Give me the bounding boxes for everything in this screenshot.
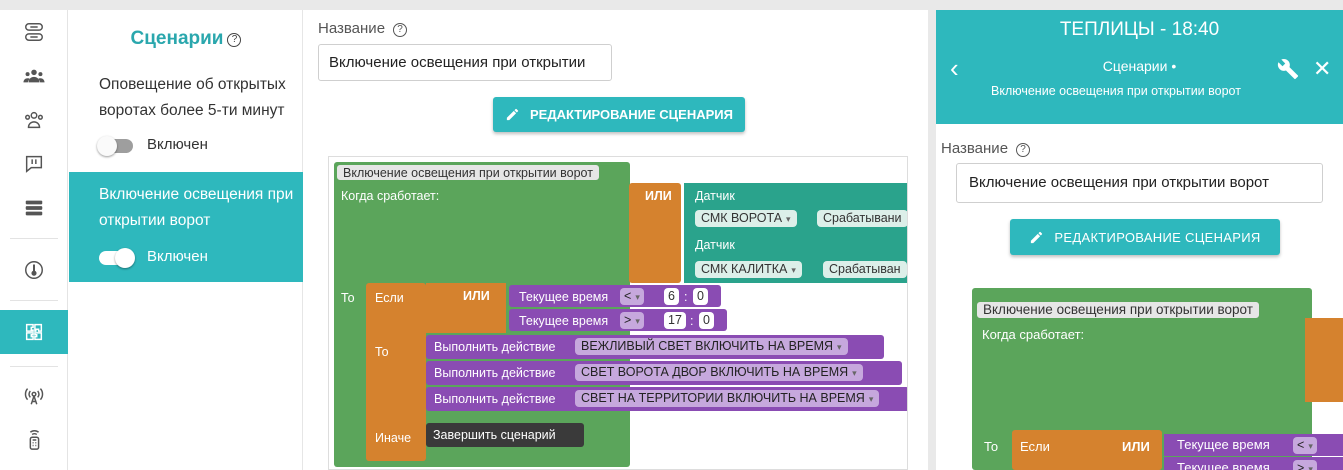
trigger-select[interactable]: Срабатывани	[817, 210, 907, 227]
hour-input[interactable]: 17	[664, 312, 686, 329]
operator-select[interactable]: > ▾	[1293, 460, 1317, 470]
mobile-header: ТЕПЛИЦЫ - 18:40 ‹ Сценарии • Включение о…	[936, 10, 1343, 124]
gateway-icon[interactable]	[0, 10, 68, 54]
close-icon[interactable]: ✕	[1313, 58, 1331, 80]
notifications-icon[interactable]	[0, 142, 68, 186]
when-label: Когда сработает:	[982, 327, 1085, 342]
scenario-name-input[interactable]: Включение освещения при открытии ворот	[956, 163, 1323, 203]
minute-input[interactable]: 0	[699, 312, 714, 329]
mobile-scenario-name: Включение освещения при открытии ворот	[991, 84, 1241, 98]
operator-select[interactable]: < ▾	[1293, 437, 1317, 454]
sensor-label: Датчик	[695, 189, 735, 203]
operator-select[interactable]: < ▾	[620, 288, 644, 305]
block-header-label[interactable]: Включение освещения при открытии ворот	[976, 301, 1260, 319]
colon: :	[690, 314, 694, 328]
scenario-item-name: Оповещение об открытых воротах более 5-т…	[99, 76, 286, 119]
scenario-toggle-label: Включен	[147, 136, 208, 153]
scenario-item-active[interactable]: Включение освещения при открытии ворот В…	[69, 172, 303, 282]
contacts-icon[interactable]	[0, 98, 68, 142]
scenario-toggle-label: Включен	[147, 248, 208, 265]
scenario-item[interactable]: Оповещение об открытых воротах более 5-т…	[69, 70, 303, 170]
colon: :	[684, 290, 688, 304]
scenario-editor: Название? Включение освещения при открыт…	[304, 10, 928, 470]
then-label: То	[375, 345, 389, 359]
action-label: Выполнить действие	[434, 340, 556, 354]
time-label: Текущее время	[1177, 460, 1270, 470]
nav-rail	[0, 10, 68, 470]
sensor-label: Датчик	[695, 238, 735, 252]
name-label: Название?	[941, 140, 1031, 157]
pencil-icon	[1031, 231, 1043, 243]
if-label: Если	[1020, 439, 1050, 454]
hour-input[interactable]: 6	[664, 288, 679, 305]
operator-select[interactable]: > ▾	[620, 312, 644, 329]
desktop-panel: Сценарии? Оповещение об открытых воротах…	[0, 10, 928, 470]
devices-list-icon[interactable]	[0, 186, 68, 230]
to-label: То	[341, 291, 355, 305]
or-label: ИЛИ	[463, 289, 490, 303]
name-label: Название?	[318, 20, 408, 37]
users-icon[interactable]	[0, 54, 68, 98]
to-label: То	[984, 439, 999, 454]
sensor-select[interactable]: СМК КАЛИТКА ▾	[695, 261, 802, 278]
if-label: Если	[375, 291, 404, 305]
scenarios-icon[interactable]	[0, 310, 68, 354]
edit-scenario-button[interactable]: РЕДАКТИРОВАНИЕ СЦЕНАРИЯ	[493, 97, 745, 132]
mobile-blockly-workspace[interactable]: Включение освещения при открытии ворот К…	[972, 288, 1343, 470]
help-icon[interactable]: ?	[227, 33, 242, 47]
action-label: Выполнить действие	[434, 366, 556, 380]
action-select[interactable]: ВЕЖЛИВЫЙ СВЕТ ВКЛЮЧИТЬ НА ВРЕМЯ ▾	[575, 338, 848, 355]
block-header-label[interactable]: Включение освещения при открытии ворот	[336, 164, 600, 181]
screen: Сценарии? Оповещение об открытых воротах…	[0, 0, 1343, 470]
edit-scenario-button[interactable]: РЕДАКТИРОВАНИЕ СЦЕНАРИЯ	[1010, 219, 1280, 255]
mobile-panel: ТЕПЛИЦЫ - 18:40 ‹ Сценарии • Включение о…	[936, 10, 1343, 470]
sensor-select[interactable]: СМК ВОРОТА ▾	[695, 210, 797, 227]
scenario-item-name: Включение освещения при открытии ворот	[99, 186, 294, 229]
scenario-name-input[interactable]: Включение освещения при открытии	[318, 44, 612, 81]
mobile-title: ТЕПЛИЦЫ - 18:40	[1059, 19, 1220, 40]
scenario-toggle[interactable]	[99, 248, 135, 268]
action-select[interactable]: СВЕТ НА ТЕРРИТОРИИ ВКЛЮЧИТЬ НА ВРЕМЯ ▾	[575, 390, 880, 407]
time-label: Текущее время	[519, 314, 609, 328]
wrench-icon[interactable]	[1277, 58, 1299, 80]
remote-control-icon[interactable]	[0, 418, 68, 462]
finish-label: Завершить сценарий	[433, 428, 556, 442]
else-label: Иначе	[375, 431, 412, 445]
or-block[interactable]	[1305, 318, 1343, 402]
time-label: Текущее время	[519, 290, 609, 304]
help-icon[interactable]: ?	[393, 23, 408, 37]
or-label: ИЛИ	[1122, 439, 1150, 454]
thermometer-icon[interactable]	[0, 248, 68, 292]
or-label: ИЛИ	[645, 189, 672, 203]
time-label: Текущее время	[1177, 437, 1270, 452]
trigger-select[interactable]: Срабатыван	[823, 261, 907, 278]
scenario-toggle[interactable]	[97, 136, 133, 156]
radio-signal-icon[interactable]	[0, 374, 68, 418]
action-label: Выполнить действие	[434, 392, 556, 406]
blockly-workspace[interactable]: Включение освещения при открытии ворот К…	[328, 156, 908, 470]
scenario-list: Сценарии? Оповещение об открытых воротах…	[69, 10, 303, 470]
pencil-icon	[506, 108, 519, 121]
when-label: Когда сработает:	[341, 189, 440, 203]
minute-input[interactable]: 0	[693, 288, 708, 305]
action-select[interactable]: СВЕТ ВОРОТА ДВОР ВКЛЮЧИТЬ НА ВРЕМЯ ▾	[575, 364, 863, 381]
help-icon[interactable]: ?	[1016, 143, 1031, 157]
scenario-list-title: Сценарии?	[69, 28, 303, 50]
